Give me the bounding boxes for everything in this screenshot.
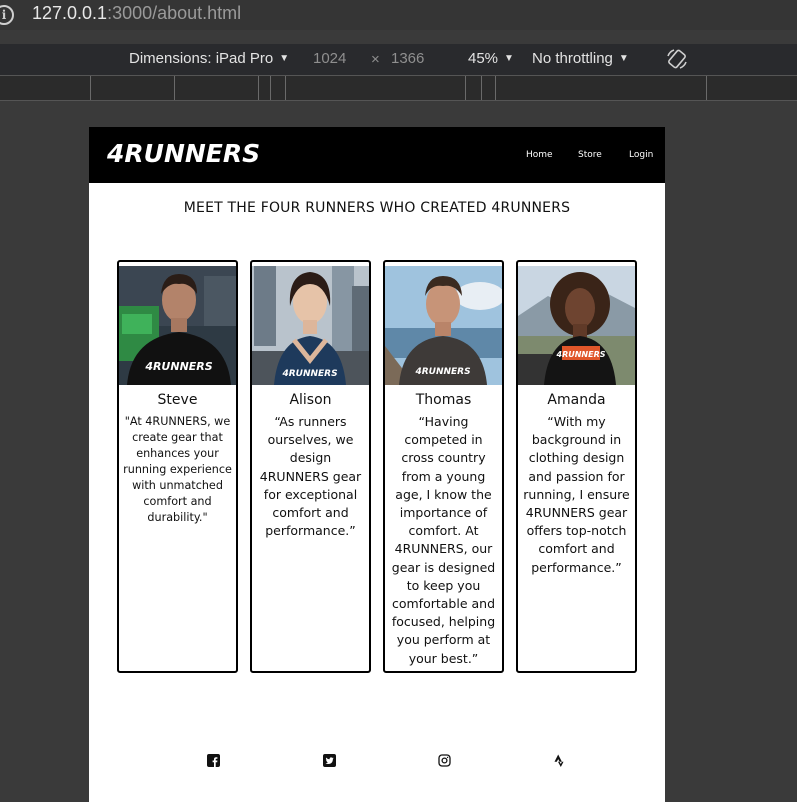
- shirt-logo-text: 4RUNNERS: [414, 367, 470, 377]
- runner-quote: “As runners ourselves, we design 4RUNNER…: [259, 414, 362, 539]
- runner-card-alison: 4RUNNERS Alison “As runners ourselves, w…: [250, 260, 371, 673]
- nav-home-link[interactable]: Home: [526, 150, 553, 160]
- runner-card-steve: 4RUNNERS Steve "At 4RUNNERS, we create g…: [117, 260, 238, 673]
- runner-photo: 4RUNNERS: [385, 266, 502, 385]
- zoom-label: 45%: [468, 50, 499, 67]
- throttling-select[interactable]: No throttling ▼: [532, 50, 629, 67]
- strava-icon[interactable]: [553, 754, 566, 767]
- runner-name: Alison: [289, 392, 332, 408]
- runner-card-thomas: 4RUNNERS Thomas “Having competed in cros…: [383, 260, 504, 673]
- runner-name: Steve: [157, 392, 198, 408]
- throttling-label: No throttling: [532, 50, 613, 67]
- instagram-icon[interactable]: [438, 754, 451, 767]
- chevron-down-icon: ▼: [618, 53, 629, 64]
- emulated-page: 4RUNNERS Home Store Login MEET THE FOUR …: [89, 127, 665, 802]
- address-bar[interactable]: i 127.0.0.1:3000/about.html: [0, 0, 797, 30]
- runner-name: Thomas: [415, 392, 472, 408]
- nav-store-link[interactable]: Store: [578, 150, 602, 160]
- device-dimensions-select[interactable]: Dimensions: iPad Pro ▼: [129, 50, 289, 67]
- twitter-icon[interactable]: [323, 754, 336, 767]
- times-icon: ×: [371, 51, 380, 68]
- device-dimensions-label: Dimensions: iPad Pro: [129, 50, 274, 67]
- chevron-down-icon: ▼: [504, 53, 514, 64]
- shirt-logo-text: 4RUNNERS: [281, 369, 337, 379]
- media-query-bar[interactable]: [0, 75, 797, 101]
- zoom-select[interactable]: 45% ▼: [468, 50, 514, 67]
- device-width-input[interactable]: 1024: [313, 50, 346, 67]
- runner-name: Amanda: [547, 392, 606, 408]
- runner-quote: "At 4RUNNERS, we create gear that enhanc…: [123, 415, 232, 524]
- runner-quote: “With my background in clothing design a…: [523, 414, 630, 575]
- runner-card-amanda: 4RUNNERS Amanda “With my background in c…: [516, 260, 637, 673]
- rotate-device-icon[interactable]: [665, 47, 689, 71]
- shirt-logo-text: 4RUNNERS: [144, 360, 212, 373]
- page-title: MEET THE FOUR RUNNERS WHO CREATED 4RUNNE…: [183, 200, 571, 216]
- device-toolbar: Dimensions: iPad Pro ▼ 1024 × 1366 45% ▼ N…: [0, 44, 797, 75]
- site-logo[interactable]: 4RUNNERS: [107, 139, 260, 168]
- shirt-logo-text: 4RUNNERS: [556, 350, 606, 359]
- runner-photo: 4RUNNERS: [518, 266, 635, 385]
- runner-quote: “Having competed in cross country from a…: [391, 414, 496, 666]
- facebook-icon[interactable]: [207, 754, 220, 767]
- url-text[interactable]: 127.0.0.1:3000/about.html: [32, 3, 241, 24]
- nav-login-link[interactable]: Login: [629, 150, 653, 160]
- site-header: 4RUNNERS Home Store Login: [89, 127, 665, 183]
- runner-photo: 4RUNNERS: [119, 266, 236, 385]
- chevron-down-icon: ▼: [279, 53, 290, 64]
- runner-photo: 4RUNNERS: [252, 266, 369, 385]
- device-height-input[interactable]: 1366: [391, 50, 424, 67]
- site-info-icon[interactable]: i: [0, 5, 14, 25]
